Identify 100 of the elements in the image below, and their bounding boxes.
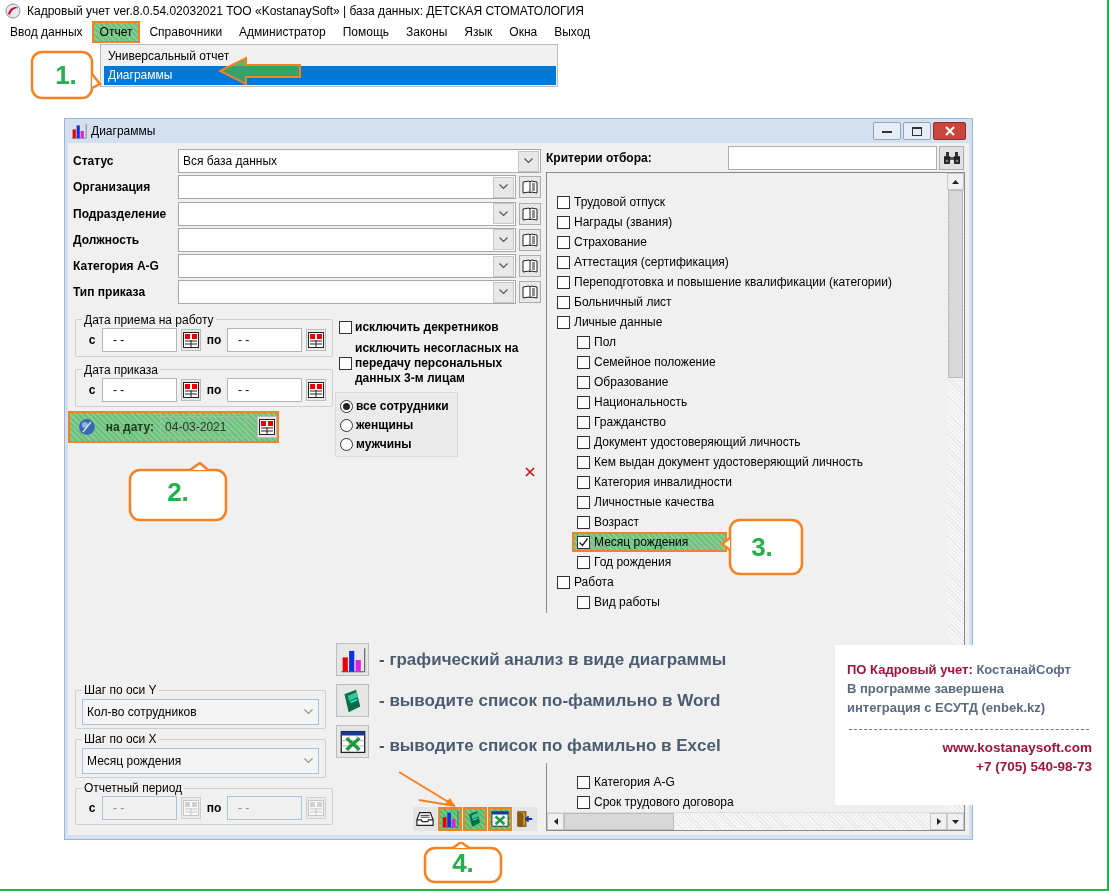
select-field[interactable]: Месяц рождения (82, 748, 319, 774)
checkbox[interactable] (557, 295, 570, 309)
menu-item[interactable]: Выход (546, 21, 599, 43)
checkbox[interactable] (577, 535, 590, 549)
menu-item[interactable]: Отчет (91, 21, 141, 43)
field-label: с (87, 801, 97, 815)
menu-item[interactable]: Справочники (141, 21, 231, 43)
calendar-button[interactable] (257, 415, 277, 438)
checkbox[interactable] (577, 555, 590, 569)
field-label: по (205, 332, 223, 347)
date-field[interactable]: - - (102, 327, 177, 352)
lookup-button[interactable] (519, 228, 541, 251)
calendar-button[interactable] (306, 328, 326, 351)
scroll-up-button[interactable] (947, 173, 964, 190)
radio-button[interactable] (340, 399, 353, 413)
scroll-left-button[interactable] (547, 813, 564, 830)
checkbox[interactable] (577, 395, 590, 409)
checkbox[interactable] (577, 475, 590, 489)
book-icon (522, 180, 538, 195)
lookup-button[interactable] (519, 281, 541, 304)
group-label: Дата приказа (83, 362, 159, 377)
checkbox[interactable] (577, 375, 590, 389)
lookup-button[interactable] (519, 202, 541, 225)
criteria-label: Образование (594, 375, 669, 389)
lookup-button[interactable] (519, 176, 541, 199)
book-icon (522, 206, 538, 221)
chevron-down-icon (499, 184, 508, 191)
date-field[interactable]: - - (227, 377, 302, 402)
criteria-label: Переподготовка и повышение квалификации (категории) (574, 275, 892, 289)
checkbox[interactable] (577, 595, 590, 609)
chevron-down-icon (303, 709, 313, 715)
calendar-icon (308, 800, 324, 816)
menu-item[interactable]: Законы (398, 21, 456, 43)
checkbox[interactable] (577, 415, 590, 429)
menu-item[interactable]: Помощь (334, 21, 398, 43)
checkbox[interactable] (577, 355, 590, 369)
search-field[interactable] (728, 145, 937, 170)
checkbox[interactable] (339, 356, 352, 370)
field-label: по (205, 801, 223, 815)
checkbox[interactable] (577, 335, 590, 349)
checkbox[interactable] (577, 455, 590, 469)
search-button[interactable] (939, 145, 964, 170)
scrollbar-thumb[interactable] (564, 813, 674, 830)
checkbox[interactable] (577, 435, 590, 449)
menu-item[interactable]: Ввод данных (2, 21, 91, 43)
checkbox[interactable] (339, 320, 352, 334)
menu-item[interactable]: Окна (501, 21, 546, 43)
toolbar-button[interactable] (413, 807, 437, 831)
checkbox[interactable] (557, 195, 570, 209)
website-link[interactable]: www.kostanaysoft.com (942, 740, 1092, 755)
menu-item[interactable]: Язык (456, 21, 501, 43)
dropdown-button[interactable] (493, 176, 514, 198)
criteria-label: Гражданство (594, 415, 666, 429)
calendar-button[interactable] (306, 378, 326, 401)
checkbox[interactable] (577, 495, 590, 509)
date-field[interactable]: - - (102, 377, 177, 402)
toolbar-button[interactable] (488, 807, 512, 831)
menu-item[interactable]: Универсальный отчет (104, 47, 556, 66)
radio-button[interactable] (340, 418, 353, 432)
exit-door-icon (516, 810, 534, 828)
checkbox[interactable] (557, 575, 570, 589)
scrollbar-thumb[interactable] (948, 190, 963, 378)
calendar-button[interactable] (181, 328, 201, 351)
check-icon (578, 536, 589, 548)
checkbox[interactable] (577, 775, 590, 789)
criteria-label: Национальность (594, 395, 688, 409)
lookup-button[interactable] (519, 255, 541, 278)
checkbox[interactable] (557, 215, 570, 229)
chevron-down-icon (499, 210, 508, 217)
legend-button[interactable] (336, 725, 369, 758)
calendar-button[interactable] (181, 378, 201, 401)
scroll-down-button[interactable] (947, 813, 964, 830)
criteria-label: Личные данные (574, 315, 663, 329)
checkbox[interactable] (557, 255, 570, 269)
checkbox[interactable] (557, 235, 570, 249)
date-field[interactable]: - - (227, 327, 302, 352)
dropdown-button[interactable] (493, 255, 514, 277)
legend-button[interactable] (336, 643, 369, 676)
bar-chart-icon (441, 810, 459, 828)
toolbar-button[interactable] (513, 807, 537, 831)
combo-box[interactable]: Вся база данных (178, 149, 541, 173)
scroll-right-button[interactable] (930, 813, 947, 830)
menu-item[interactable]: Администратор (231, 21, 334, 43)
dropdown-button[interactable] (493, 203, 514, 225)
info-title: ПО Кадровый учет: (847, 662, 973, 677)
checkbox[interactable] (577, 515, 590, 529)
calendar-icon (183, 381, 199, 398)
select-field[interactable]: Кол-во сотрудников (82, 699, 319, 725)
step-number: 3. (751, 531, 773, 563)
maximize-button[interactable] (903, 122, 931, 140)
criteria-label: Критерии отбора: (546, 150, 653, 165)
checkbox[interactable] (557, 315, 570, 329)
checkbox[interactable] (577, 795, 590, 809)
criteria-label: Категория инвалидности (594, 475, 732, 489)
date-field[interactable]: 04-03-2021 (160, 415, 248, 438)
close-button[interactable] (933, 122, 966, 140)
dropdown-button[interactable] (493, 229, 514, 251)
minimize-button[interactable] (873, 122, 901, 140)
checkbox[interactable] (557, 275, 570, 289)
radio-button[interactable] (340, 437, 353, 451)
